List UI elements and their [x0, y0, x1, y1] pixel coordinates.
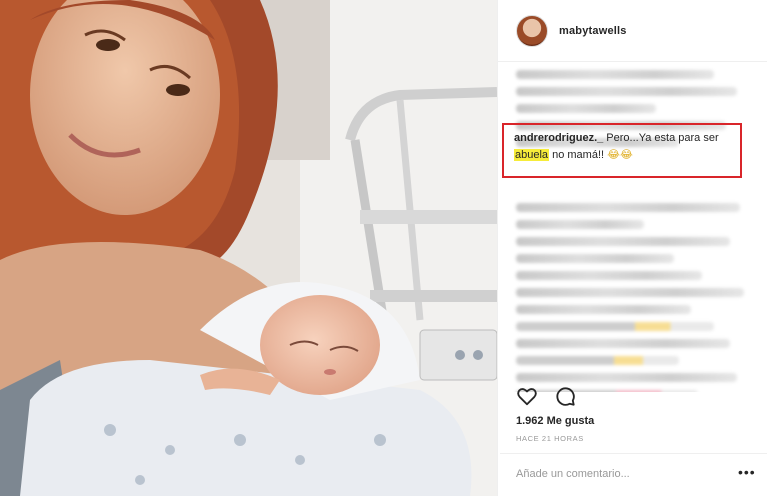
instagram-post: mabytawells andrerodriguez._ Pero...Ya e… [0, 0, 767, 496]
blurred-comment [516, 104, 656, 113]
blurred-comment [516, 220, 645, 229]
blurred-comment [516, 373, 738, 382]
comment-emoji: 😂😂 [607, 149, 633, 161]
post-header: mabytawells [498, 0, 767, 62]
blurred-comment [516, 237, 731, 246]
blurred-comment [516, 339, 731, 348]
comment-username[interactable]: andrerodriguez._ [514, 132, 603, 144]
highlighted-comment: andrerodriguez._ Pero...Ya esta para ser… [514, 130, 736, 164]
avatar[interactable] [516, 14, 548, 47]
photo-illustration [0, 0, 497, 496]
blurred-comment [516, 203, 740, 212]
divider [500, 453, 767, 454]
comment-text-before: Pero...Ya esta para ser [603, 132, 719, 144]
comment-bubble-icon[interactable] [554, 385, 576, 407]
blurred-comment [516, 70, 715, 79]
more-options-icon[interactable]: ••• [738, 464, 756, 480]
heart-icon[interactable] [516, 385, 538, 407]
highlighted-word: abuela [514, 149, 550, 161]
comments-list[interactable] [498, 62, 767, 392]
blurred-comment [516, 305, 691, 314]
add-comment-input[interactable]: Añade un comentario... [516, 468, 630, 480]
blurred-comment [516, 288, 745, 297]
blurred-comment [516, 271, 703, 280]
username[interactable]: mabytawells [559, 25, 627, 37]
blurred-comment [516, 254, 675, 263]
blurred-comment [516, 121, 726, 130]
blurred-comment [516, 87, 738, 96]
blurred-comment [516, 322, 715, 331]
timestamp: HACE 21 HORAS [516, 434, 584, 443]
likes-count[interactable]: 1.962 Me gusta [516, 415, 594, 427]
action-bar [516, 385, 576, 407]
post-photo [0, 0, 497, 496]
comment-text-after: no mamá!! [549, 149, 608, 161]
blurred-comment [516, 356, 680, 365]
